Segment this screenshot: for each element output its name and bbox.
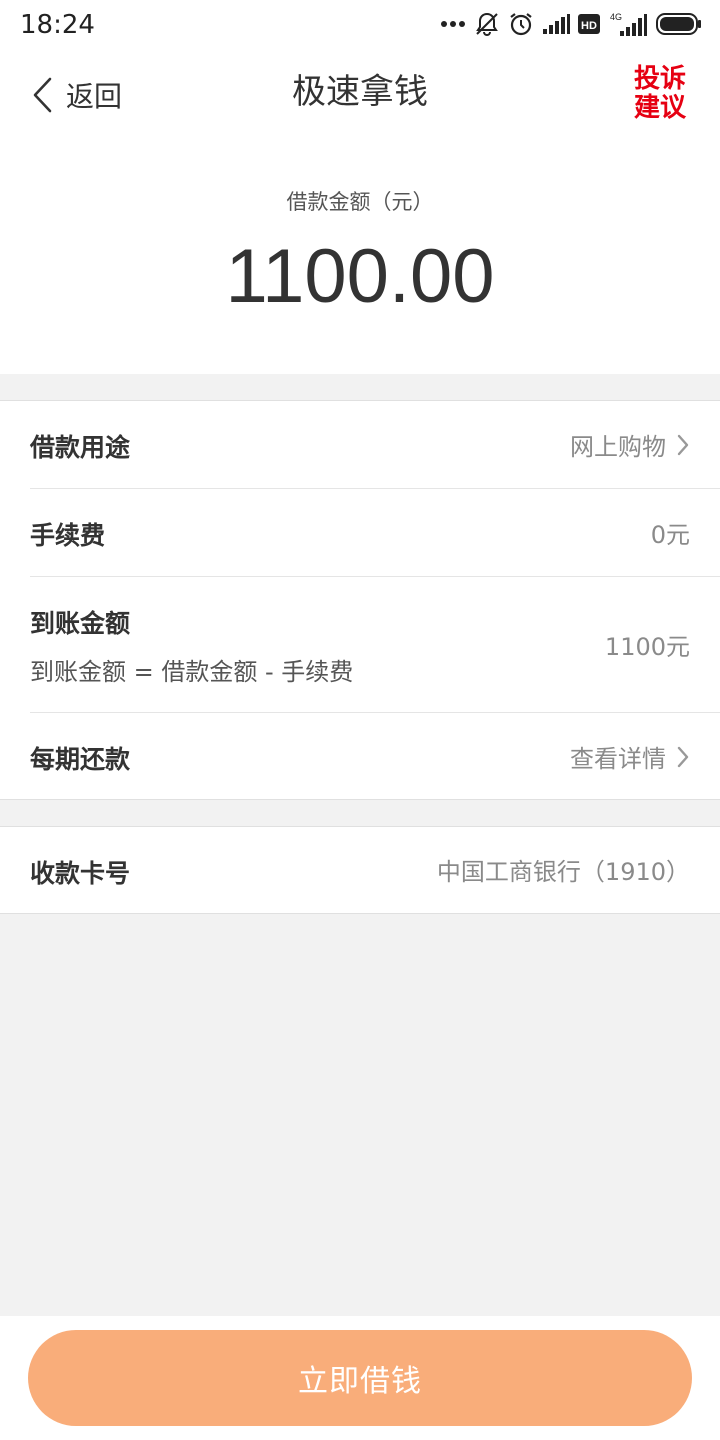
loan-purpose-value: 网上购物 bbox=[570, 433, 666, 461]
battery-icon bbox=[656, 13, 701, 35]
status-bar: 18:24 HD 4G bbox=[0, 0, 720, 50]
handling-fee-title: 手续费 bbox=[30, 521, 106, 550]
hd-icon: HD bbox=[578, 14, 600, 34]
received-amount-formula: 到账金额 = 借款金额 - 手续费 bbox=[30, 658, 354, 686]
chevron-right-icon bbox=[677, 434, 689, 455]
borrow-now-button[interactable]: 立即借钱 bbox=[28, 1330, 692, 1426]
receiving-card-title: 收款卡号 bbox=[30, 859, 131, 888]
hd-text: HD bbox=[581, 20, 597, 32]
row-installment[interactable]: 每期还款 查看详情 bbox=[30, 713, 720, 799]
status-icons: HD 4G bbox=[440, 8, 702, 40]
loan-purpose-value-wrap: 网上购物 bbox=[570, 427, 690, 462]
loan-purpose-title: 借款用途 bbox=[30, 433, 131, 462]
loan-amount-label: 借款金额（元） bbox=[286, 190, 434, 214]
mute-bell-icon bbox=[476, 12, 498, 37]
row-received-amount: 到账金额 到账金额 = 借款金额 - 手续费 1100元 bbox=[30, 577, 720, 713]
installment-value: 查看详情 bbox=[570, 745, 666, 773]
received-amount-value: 1100元 bbox=[604, 633, 690, 661]
loan-amount-section: 借款金额（元） 1100.00 bbox=[0, 140, 720, 374]
receiving-card-group: 收款卡号 中国工商银行（1910） bbox=[0, 826, 720, 914]
received-amount-title: 到账金额 bbox=[30, 609, 131, 638]
row-receiving-card[interactable]: 收款卡号 中国工商银行（1910） bbox=[30, 827, 720, 913]
bottom-action-bar: 立即借钱 bbox=[0, 1316, 720, 1440]
status-time: 18:24 bbox=[20, 10, 95, 40]
complaint-suggestion-button[interactable]: 投诉 建议 bbox=[630, 65, 690, 123]
chevron-right-icon bbox=[677, 746, 689, 767]
loan-details-group: 借款用途 网上购物 手续费 0元 到账金额 到账金额 = 借款金额 - 手续费 … bbox=[0, 400, 720, 800]
installment-value-wrap: 查看详情 bbox=[570, 739, 690, 774]
installment-title: 每期还款 bbox=[30, 745, 131, 774]
signal-4g-icon: 4G bbox=[610, 12, 647, 36]
handling-fee-value: 0元 bbox=[650, 521, 690, 549]
alarm-icon bbox=[510, 13, 532, 36]
receiving-card-value: 中国工商银行（1910） bbox=[436, 858, 690, 886]
loan-amount-value: 1100.00 bbox=[225, 234, 495, 319]
more-dots-icon bbox=[441, 21, 465, 27]
complaint-label-line1: 投诉 bbox=[633, 64, 686, 94]
complaint-label-line2: 建议 bbox=[633, 93, 686, 123]
page-title: 极速拿钱 bbox=[292, 72, 428, 112]
row-loan-purpose[interactable]: 借款用途 网上购物 bbox=[30, 401, 720, 489]
network-text: 4G bbox=[610, 12, 622, 22]
signal-icon bbox=[543, 14, 570, 34]
row-handling-fee: 手续费 0元 bbox=[30, 489, 720, 577]
nav-bar: 返回 极速拿钱 投诉 建议 bbox=[0, 50, 720, 140]
